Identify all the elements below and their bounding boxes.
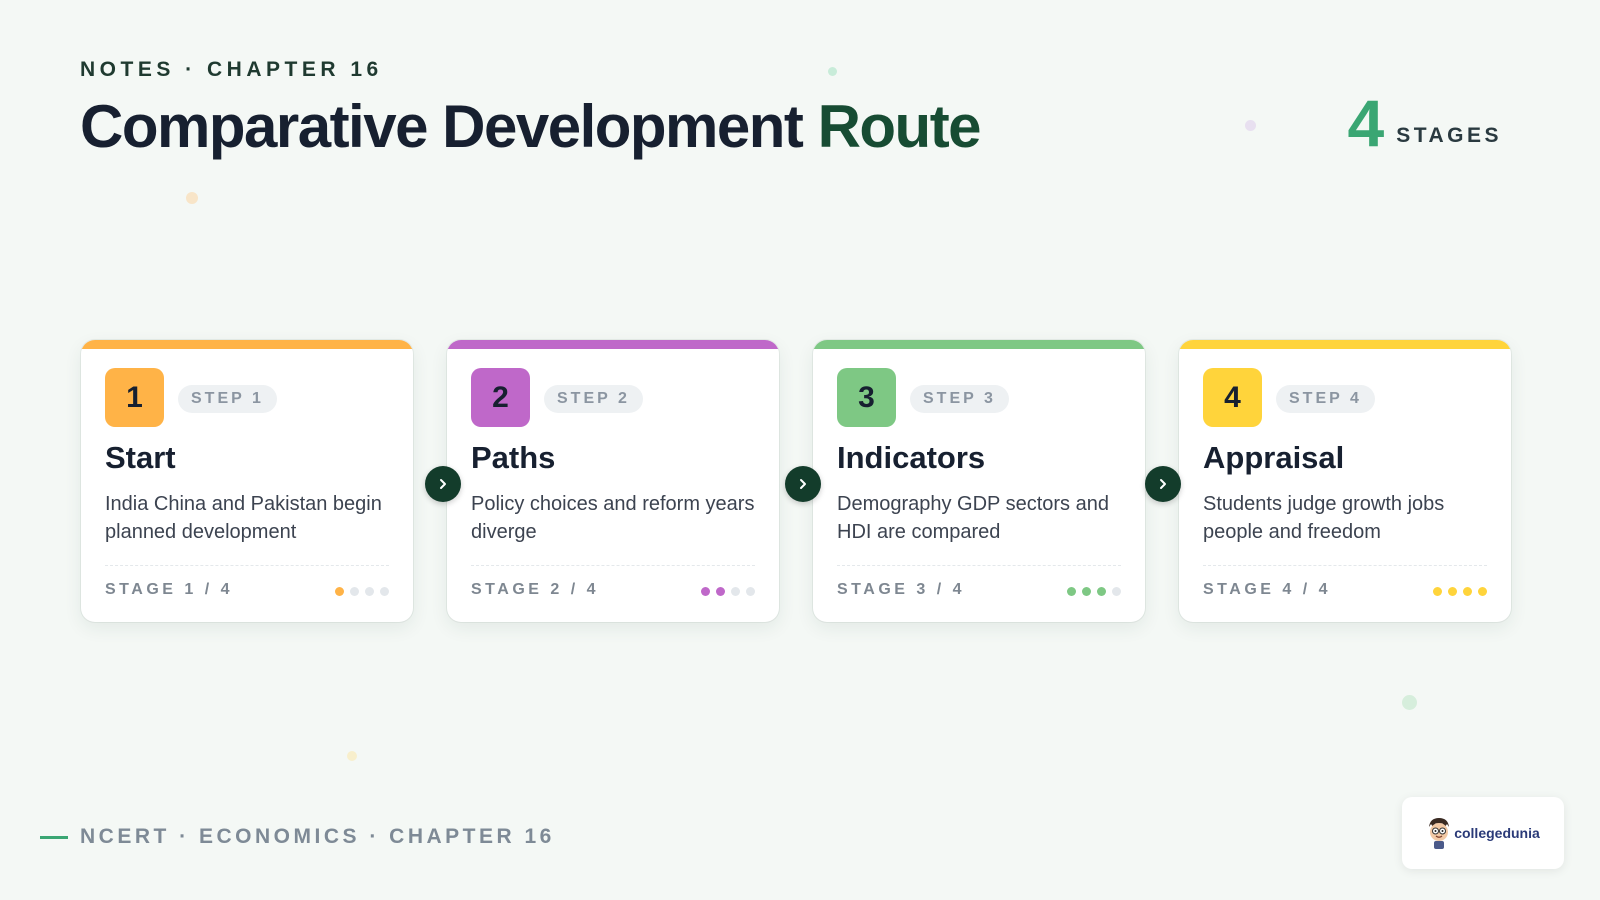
step-card-appraisal: 4 STEP 4 Appraisal Students judge growth… <box>1179 340 1511 622</box>
chevron-right-icon <box>425 466 461 502</box>
card-accent-bar <box>1179 340 1511 349</box>
stage-label: STAGE 4 / 4 <box>1203 581 1332 598</box>
step-card-indicators: 3 STEP 3 Indicators Demography GDP secto… <box>813 340 1145 622</box>
decorative-dot <box>1402 695 1417 710</box>
footer-text: NCERT · ECONOMICS · CHAPTER 16 <box>80 825 555 848</box>
step-title: Indicators <box>837 440 986 475</box>
page-title: Comparative Development Route <box>80 92 982 161</box>
collegedunia-logo: collegedunia <box>1402 797 1564 869</box>
step-title: Appraisal <box>1203 440 1345 475</box>
progress-dot <box>350 587 359 596</box>
step-description: Students judge growth jobs people and fr… <box>1203 493 1445 543</box>
step-tag: STEP 3 <box>910 385 1009 413</box>
card-divider <box>471 565 755 566</box>
progress-dot <box>365 587 374 596</box>
progress-dot <box>746 587 755 596</box>
card-accent-bar <box>81 340 413 349</box>
progress-dot <box>380 587 389 596</box>
step-number-badge: 3 <box>837 368 896 427</box>
mascot-icon <box>1429 818 1450 849</box>
step-title: Start <box>105 440 176 475</box>
step-tag: STEP 1 <box>178 385 277 413</box>
chevron-right-icon <box>1145 466 1181 502</box>
progress-dot <box>1433 587 1442 596</box>
stage-count-number: 4 <box>1347 86 1385 160</box>
decorative-dot <box>1245 120 1256 131</box>
chevron-right-icon <box>785 466 821 502</box>
step-tag: STEP 2 <box>544 385 643 413</box>
footer: NCERT · ECONOMICS · CHAPTER 16 <box>40 825 555 849</box>
step-card-start: 1 STEP 1 Start India China and Pakistan … <box>81 340 413 622</box>
title-main: Comparative Development <box>80 93 804 160</box>
progress-dot <box>335 587 344 596</box>
step-number-badge: 4 <box>1203 368 1262 427</box>
step-description: Demography GDP sectors and HDI are compa… <box>837 493 1109 543</box>
progress-dot <box>1112 587 1121 596</box>
progress-dot <box>1463 587 1472 596</box>
step-description: India China and Pakistan begin planned d… <box>105 493 382 543</box>
eyebrow-label: NOTES · CHAPTER 16 <box>80 58 383 81</box>
stage-count-label: STAGES <box>1396 124 1502 147</box>
step-tag: STEP 4 <box>1276 385 1375 413</box>
progress-dot <box>1448 587 1457 596</box>
footer-accent-line <box>40 835 68 839</box>
stage-count: 4 STAGES <box>1347 88 1502 158</box>
decorative-dot <box>186 192 198 204</box>
progress-dot <box>716 587 725 596</box>
progress-dots <box>701 587 755 596</box>
title-accent: Route <box>817 93 982 160</box>
progress-dots <box>1067 587 1121 596</box>
card-accent-bar <box>813 340 1145 349</box>
progress-dot <box>1097 587 1106 596</box>
card-divider <box>105 565 389 566</box>
step-number-badge: 2 <box>471 368 530 427</box>
decorative-dot <box>347 751 357 761</box>
decorative-dot <box>828 67 837 76</box>
card-accent-bar <box>447 340 779 349</box>
card-divider <box>837 565 1121 566</box>
card-divider <box>1203 565 1487 566</box>
progress-dot <box>1478 587 1487 596</box>
step-title: Paths <box>471 440 556 475</box>
step-description: Policy choices and reform years diverge <box>471 493 755 543</box>
progress-dot <box>1067 587 1076 596</box>
step-number-badge: 1 <box>105 368 164 427</box>
logo-text: collegedunia <box>1454 825 1540 841</box>
progress-dots <box>1433 587 1487 596</box>
stage-label: STAGE 1 / 4 <box>105 581 234 598</box>
stage-label: STAGE 2 / 4 <box>471 581 600 598</box>
progress-dot <box>731 587 740 596</box>
progress-dot <box>1082 587 1091 596</box>
progress-dots <box>335 587 389 596</box>
stage-label: STAGE 3 / 4 <box>837 581 966 598</box>
progress-dot <box>701 587 710 596</box>
step-card-paths: 2 STEP 2 Paths Policy choices and reform… <box>447 340 779 622</box>
